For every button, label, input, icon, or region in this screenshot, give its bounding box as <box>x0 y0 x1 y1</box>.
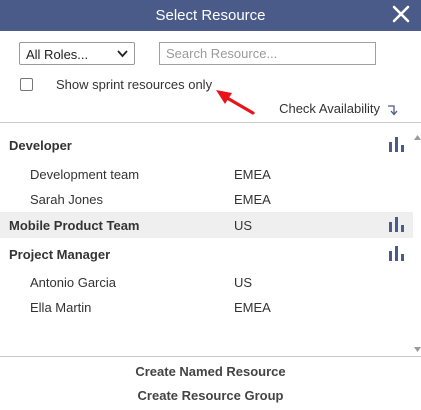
list-scrollbar[interactable] <box>413 122 421 353</box>
scroll-down-icon[interactable] <box>414 340 421 355</box>
chevron-down-icon <box>117 48 128 63</box>
resource-name: Antonio Garcia <box>30 275 116 290</box>
resource-region: EMEA <box>234 300 271 315</box>
table-row[interactable]: Mobile Product Team US <box>0 212 413 238</box>
table-row[interactable]: Antonio Garcia US <box>0 269 413 295</box>
table-row[interactable]: Development team EMEA <box>0 161 413 187</box>
bar-chart-icon[interactable] <box>388 136 405 155</box>
resource-name: Developer <box>9 138 72 153</box>
check-availability-link[interactable]: Check Availability <box>279 101 380 116</box>
resource-name: Sarah Jones <box>30 192 103 207</box>
dialog-footer: Create Named Resource Create Resource Gr… <box>0 356 421 410</box>
table-row[interactable]: Ella Martin EMEA <box>0 294 413 320</box>
sprint-only-checkbox[interactable] <box>20 78 33 91</box>
resource-region: EMEA <box>234 167 271 182</box>
resource-region: US <box>234 275 253 290</box>
search-input[interactable] <box>159 42 376 65</box>
bar-chart-icon[interactable] <box>388 245 405 264</box>
bar-chart-icon[interactable] <box>388 216 405 235</box>
sort-down-icon[interactable] <box>386 103 400 120</box>
resource-name: Project Manager <box>9 247 111 262</box>
dialog-title: Select Resource <box>155 7 266 24</box>
table-row[interactable]: Sarah Jones EMEA <box>0 186 413 212</box>
resource-name: Mobile Product Team <box>9 218 140 233</box>
create-named-resource-button[interactable]: Create Named Resource <box>0 364 421 379</box>
resource-name: Development team <box>30 167 140 182</box>
dialog-header: Select Resource <box>0 0 421 31</box>
annotation-arrow-icon <box>212 86 256 121</box>
role-select-value: All Roles... <box>26 47 89 62</box>
resource-name: Ella Martin <box>30 300 92 315</box>
resource-list: Developer Development team EMEA Sarah Jo… <box>0 122 421 353</box>
scroll-up-icon[interactable] <box>414 128 421 143</box>
resource-region: EMEA <box>234 192 271 207</box>
create-resource-group-button[interactable]: Create Resource Group <box>0 388 421 403</box>
close-icon[interactable] <box>391 3 411 25</box>
sprint-only-label: Show sprint resources only <box>56 77 213 92</box>
role-select[interactable]: All Roles... <box>19 42 135 65</box>
table-row[interactable]: Project Manager <box>0 241 413 267</box>
resource-region: US <box>234 218 253 233</box>
table-row[interactable]: Developer <box>0 132 413 158</box>
